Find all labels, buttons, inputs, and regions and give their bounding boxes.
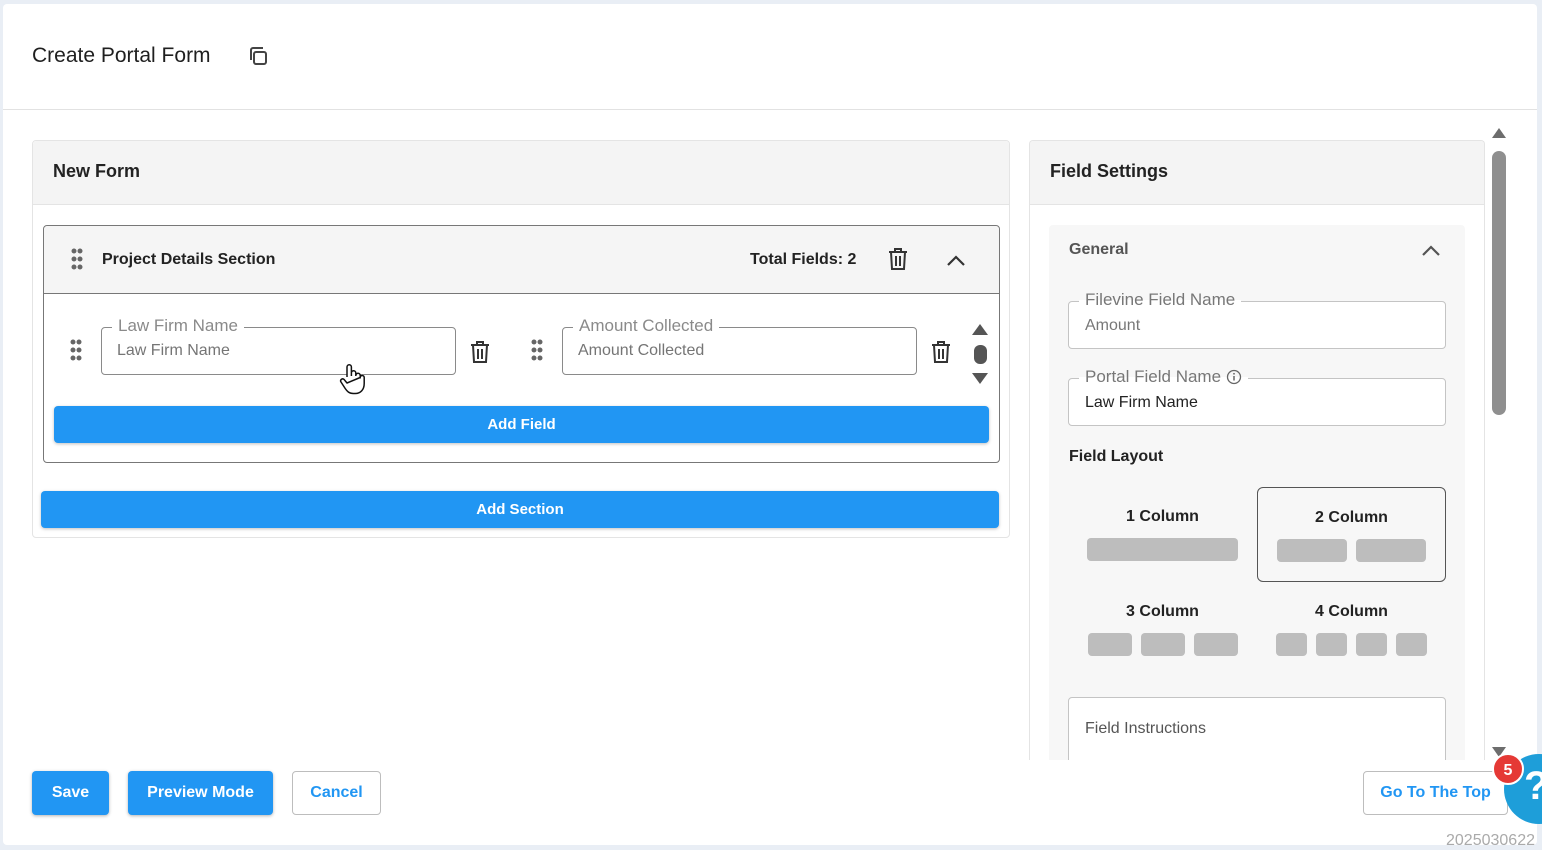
field-instructions-input[interactable]: Field Instructions — [1068, 697, 1446, 760]
field-layout-label: Field Layout — [1069, 448, 1164, 465]
field-row-scroll-thumb[interactable] — [974, 345, 987, 364]
layout-option-2-column[interactable]: 2 Column — [1257, 487, 1446, 582]
portal-field-name-field[interactable]: Portal Field Name Law Firm Name — [1068, 367, 1446, 426]
trash-icon[interactable] — [929, 339, 953, 365]
form-section: Project Details Section Total Fields: 2 … — [43, 225, 1000, 463]
help-question-icon: ? — [1524, 764, 1542, 809]
layout-bar — [1087, 633, 1132, 656]
trash-icon[interactable] — [886, 246, 910, 272]
layout-bar — [1193, 633, 1238, 656]
layout-preview — [1068, 633, 1257, 656]
layout-preview — [1068, 538, 1257, 561]
law-firm-name-field[interactable]: Law Firm Name — [101, 316, 456, 375]
page-title: Create Portal Form — [32, 44, 211, 67]
copy-icon[interactable] — [246, 44, 270, 68]
section-title: Project Details Section — [102, 251, 276, 268]
drag-handle-icon[interactable] — [70, 339, 82, 361]
app-window: Create Portal Form New Form Project Deta… — [3, 4, 1537, 845]
layout-bar — [1316, 633, 1347, 656]
layout-option-1-column[interactable]: 1 Column — [1068, 487, 1257, 582]
layout-bar — [1140, 633, 1185, 656]
form-panel-header: New Form — [33, 141, 1009, 205]
info-icon[interactable] — [1226, 369, 1242, 385]
preview-mode-button[interactable]: Preview Mode — [128, 771, 273, 815]
layout-bar — [1087, 538, 1238, 561]
amount-collected-field[interactable]: Amount Collected — [562, 316, 917, 375]
chevron-up-icon[interactable] — [1419, 239, 1443, 263]
layout-option-label: 2 Column — [1315, 509, 1388, 526]
layout-option-label: 1 Column — [1126, 508, 1199, 525]
filevine-field-value: Amount — [1085, 317, 1141, 334]
general-settings-card: General Filevine Field Name Amount Porta… — [1049, 225, 1465, 760]
amount-collected-input[interactable] — [578, 342, 878, 360]
filevine-field-name-field[interactable]: Filevine Field Name Amount — [1068, 290, 1446, 349]
layout-bar — [1277, 539, 1347, 562]
layout-bar — [1396, 633, 1427, 656]
field-label: Law Firm Name — [112, 316, 244, 336]
settings-panel-header: Field Settings — [1030, 141, 1484, 205]
build-stamp: 2025030622 — [1446, 832, 1535, 849]
go-to-top-button[interactable]: Go To The Top — [1363, 771, 1508, 815]
notification-badge: 5 — [1492, 753, 1524, 785]
top-bar: Create Portal Form — [3, 4, 1537, 110]
scrollbar-thumb[interactable] — [1492, 151, 1506, 415]
layout-bar — [1356, 539, 1426, 562]
drag-handle-icon[interactable] — [531, 339, 543, 361]
settings-panel-title: Field Settings — [1050, 161, 1169, 181]
chevron-up-icon[interactable] — [944, 248, 968, 274]
layout-option-3-column[interactable]: 3 Column — [1068, 582, 1257, 677]
portal-field-label: Portal Field Name — [1085, 367, 1222, 386]
add-field-button[interactable]: Add Field — [54, 406, 989, 443]
layout-preview — [1258, 539, 1445, 562]
layout-bar — [1276, 633, 1307, 656]
form-panel-title: New Form — [53, 161, 141, 181]
field-row-scroll-down[interactable] — [972, 373, 988, 384]
total-fields-count: Total Fields: 2 — [750, 251, 857, 268]
field-label: Amount Collected — [573, 316, 720, 336]
scrollbar-up-arrow[interactable] — [1492, 128, 1506, 138]
law-firm-name-input[interactable] — [117, 342, 417, 360]
layout-bar — [1356, 633, 1387, 656]
portal-field-label-wrap: Portal Field Name — [1079, 367, 1249, 387]
layout-option-label: 3 Column — [1126, 603, 1199, 620]
field-row-scroll-up[interactable] — [972, 324, 988, 335]
cancel-button[interactable]: Cancel — [292, 771, 381, 815]
add-section-button[interactable]: Add Section — [41, 491, 999, 528]
drag-handle-icon[interactable] — [71, 248, 83, 270]
layout-preview — [1257, 633, 1446, 656]
form-builder-panel: New Form Project Details Section Total F… — [32, 140, 1010, 538]
layout-option-label: 4 Column — [1315, 603, 1388, 620]
trash-icon[interactable] — [468, 339, 492, 365]
filevine-field-label: Filevine Field Name — [1079, 290, 1242, 310]
field-settings-panel: Field Settings General Filevine Field Na… — [1029, 140, 1485, 760]
section-header: Project Details Section Total Fields: 2 — [44, 226, 999, 294]
layout-option-4-column[interactable]: 4 Column — [1257, 582, 1446, 677]
general-section-title: General — [1069, 241, 1129, 258]
portal-field-value: Law Firm Name — [1085, 394, 1198, 411]
save-button[interactable]: Save — [32, 771, 109, 815]
field-instructions-placeholder: Field Instructions — [1085, 720, 1206, 737]
